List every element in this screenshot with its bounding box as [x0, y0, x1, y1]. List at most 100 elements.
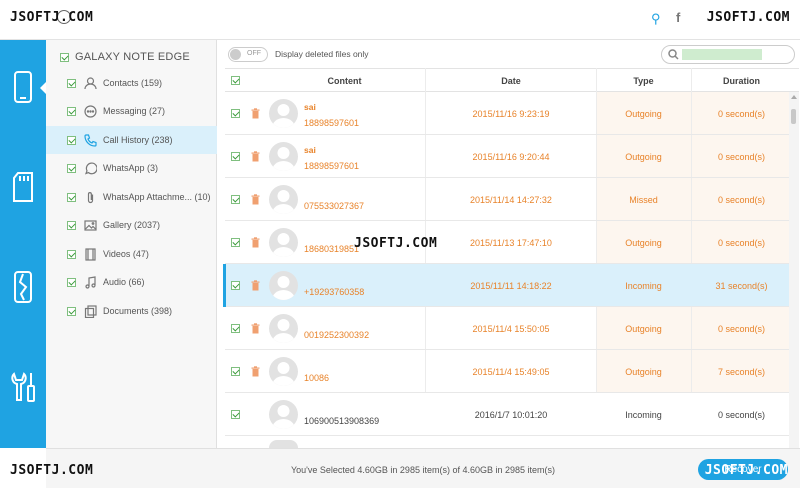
- avatar: [269, 99, 298, 128]
- scroll-thumb[interactable]: [791, 109, 796, 124]
- table-row[interactable]: sai 18898597601 2015/11/16 9:20:44 Outgo…: [225, 135, 792, 178]
- avatar: [269, 440, 298, 448]
- audio-checkbox[interactable]: [67, 277, 76, 287]
- call-duration: 0 second(s): [717, 410, 766, 420]
- toggle-knob: [230, 49, 241, 60]
- table-row-selected[interactable]: +19293760358 2015/11/11 14:18:22 Incomin…: [223, 264, 792, 307]
- whatsapp-checkbox[interactable]: [67, 163, 76, 173]
- table-row[interactable]: 18680319851 2015/11/13 17:47:10 Outgoing…: [225, 221, 792, 264]
- trash-icon[interactable]: [251, 151, 260, 162]
- row-checkbox[interactable]: [231, 324, 240, 333]
- sidebar-item-whatsapp-attachments[interactable]: WhatsApp Attachme... (10): [46, 183, 217, 211]
- call-date: 2015/11/11 14:18:22: [470, 281, 552, 291]
- table-row-partial[interactable]: [225, 436, 792, 448]
- call-duration: 0 second(s): [717, 109, 766, 119]
- contact-name: sai: [304, 145, 316, 155]
- header-type[interactable]: Type: [596, 76, 691, 86]
- sidebar-item-audio[interactable]: Audio (66): [46, 268, 217, 296]
- contacts-checkbox[interactable]: [67, 78, 76, 88]
- title-bar: ⚲ f: [0, 0, 800, 40]
- table-row[interactable]: 10086 2015/11/4 15:49:05 Outgoing 7 seco…: [225, 350, 792, 393]
- watermark-text: JSOFTJ.COM: [354, 236, 438, 251]
- call-date: 2015/11/4 15:50:05: [472, 324, 550, 334]
- left-rail: [0, 40, 47, 448]
- sidebar-item-gallery[interactable]: Gallery (2037): [46, 211, 217, 239]
- sidebar-item-label: Audio (66): [103, 277, 145, 287]
- call-history-checkbox[interactable]: [67, 135, 76, 145]
- videos-checkbox[interactable]: [67, 249, 76, 259]
- trash-icon[interactable]: [251, 108, 260, 119]
- phone-number: +19293760358: [304, 287, 365, 297]
- image-icon: [83, 218, 97, 232]
- phone-number: 106900513908369: [304, 416, 380, 426]
- gallery-checkbox[interactable]: [67, 220, 76, 230]
- messaging-checkbox[interactable]: [67, 106, 76, 116]
- call-date: 2016/1/7 10:01:20: [474, 410, 548, 420]
- table-row[interactable]: 075533027367 2015/11/14 14:27:32 Missed …: [225, 178, 792, 221]
- paperclip-icon: [83, 190, 97, 204]
- trash-icon[interactable]: [251, 280, 260, 291]
- rail-broken-phone-icon[interactable]: [0, 262, 46, 312]
- call-duration: 7 second(s): [717, 367, 766, 377]
- row-checkbox[interactable]: [231, 410, 240, 419]
- header-duration[interactable]: Duration: [691, 76, 792, 86]
- call-duration: 0 second(s): [717, 152, 766, 162]
- device-row[interactable]: GALAXY NOTE EDGE: [60, 50, 190, 64]
- sidebar-item-label: Videos (47): [103, 249, 149, 259]
- trash-icon[interactable]: [251, 366, 260, 377]
- trash-icon[interactable]: [251, 323, 260, 334]
- select-all-checkbox[interactable]: [231, 76, 240, 85]
- row-checkbox[interactable]: [231, 367, 240, 376]
- avatar: [269, 228, 298, 257]
- rail-sdcard-icon[interactable]: [0, 162, 46, 212]
- table-row[interactable]: 0019252300392 2015/11/4 15:50:05 Outgoin…: [225, 307, 792, 350]
- rail-tools-icon[interactable]: [0, 362, 46, 412]
- whatsapp-attachments-checkbox[interactable]: [67, 192, 76, 202]
- search-highlight: [682, 49, 762, 60]
- whatsapp-icon: [83, 161, 97, 175]
- phone-number: 10086: [304, 373, 330, 383]
- table-row[interactable]: 106900513908369 2016/1/7 10:01:20 Incomi…: [225, 393, 792, 436]
- scroll-up-arrow-icon[interactable]: [791, 95, 797, 99]
- status-footer: You've Selected 4.60GB in 2985 item(s) o…: [46, 448, 800, 488]
- sidebar-item-call-history[interactable]: Call History (238): [46, 126, 217, 154]
- trash-icon[interactable]: [251, 237, 260, 248]
- sidebar-item-label: Messaging (27): [103, 106, 166, 116]
- call-type: Outgoing: [625, 367, 662, 377]
- sidebar-item-videos[interactable]: Videos (47): [46, 240, 217, 268]
- table-scrollbar[interactable]: [789, 92, 799, 448]
- sidebar-item-whatsapp[interactable]: WhatsApp (3): [46, 154, 217, 182]
- row-checkbox[interactable]: [231, 152, 240, 161]
- header-date[interactable]: Date: [426, 76, 596, 86]
- call-type: Missed: [629, 195, 658, 205]
- avatar: [269, 357, 298, 386]
- row-checkbox[interactable]: [231, 281, 240, 290]
- main-panel: OFF Display deleted files only Content D…: [218, 40, 800, 448]
- documents-checkbox[interactable]: [67, 306, 76, 316]
- category-sidebar: GALAXY NOTE EDGE Contacts (159) Messagin…: [46, 40, 217, 448]
- avatar: [269, 314, 298, 343]
- call-duration: 0 second(s): [717, 238, 766, 248]
- header-content[interactable]: Content: [263, 76, 426, 86]
- search-input[interactable]: [661, 45, 795, 64]
- sidebar-item-documents[interactable]: Documents (398): [46, 297, 217, 325]
- avatar: [269, 142, 298, 171]
- table-row[interactable]: sai 18898597601 2015/11/16 9:23:19 Outgo…: [225, 92, 792, 135]
- avatar: [269, 185, 298, 214]
- sidebar-item-contacts[interactable]: Contacts (159): [46, 69, 217, 97]
- call-date: 2015/11/14 14:27:32: [470, 195, 552, 205]
- row-checkbox[interactable]: [231, 238, 240, 247]
- row-checkbox[interactable]: [231, 195, 240, 204]
- facebook-icon[interactable]: f: [676, 10, 680, 25]
- deleted-only-toggle[interactable]: OFF: [228, 47, 268, 62]
- trash-icon[interactable]: [251, 194, 260, 205]
- filter-toolbar: OFF Display deleted files only: [218, 40, 800, 68]
- sidebar-item-label: Contacts (159): [103, 78, 163, 88]
- sidebar-item-label: WhatsApp Attachme... (10): [103, 192, 211, 202]
- selection-status: You've Selected 4.60GB in 2985 item(s) o…: [290, 465, 556, 475]
- device-checkbox[interactable]: [60, 52, 69, 62]
- key-icon[interactable]: ⚲: [651, 11, 661, 27]
- row-checkbox[interactable]: [231, 109, 240, 118]
- sidebar-item-messaging[interactable]: Messaging (27): [46, 97, 217, 125]
- call-date: 2015/11/16 9:23:19: [472, 109, 550, 119]
